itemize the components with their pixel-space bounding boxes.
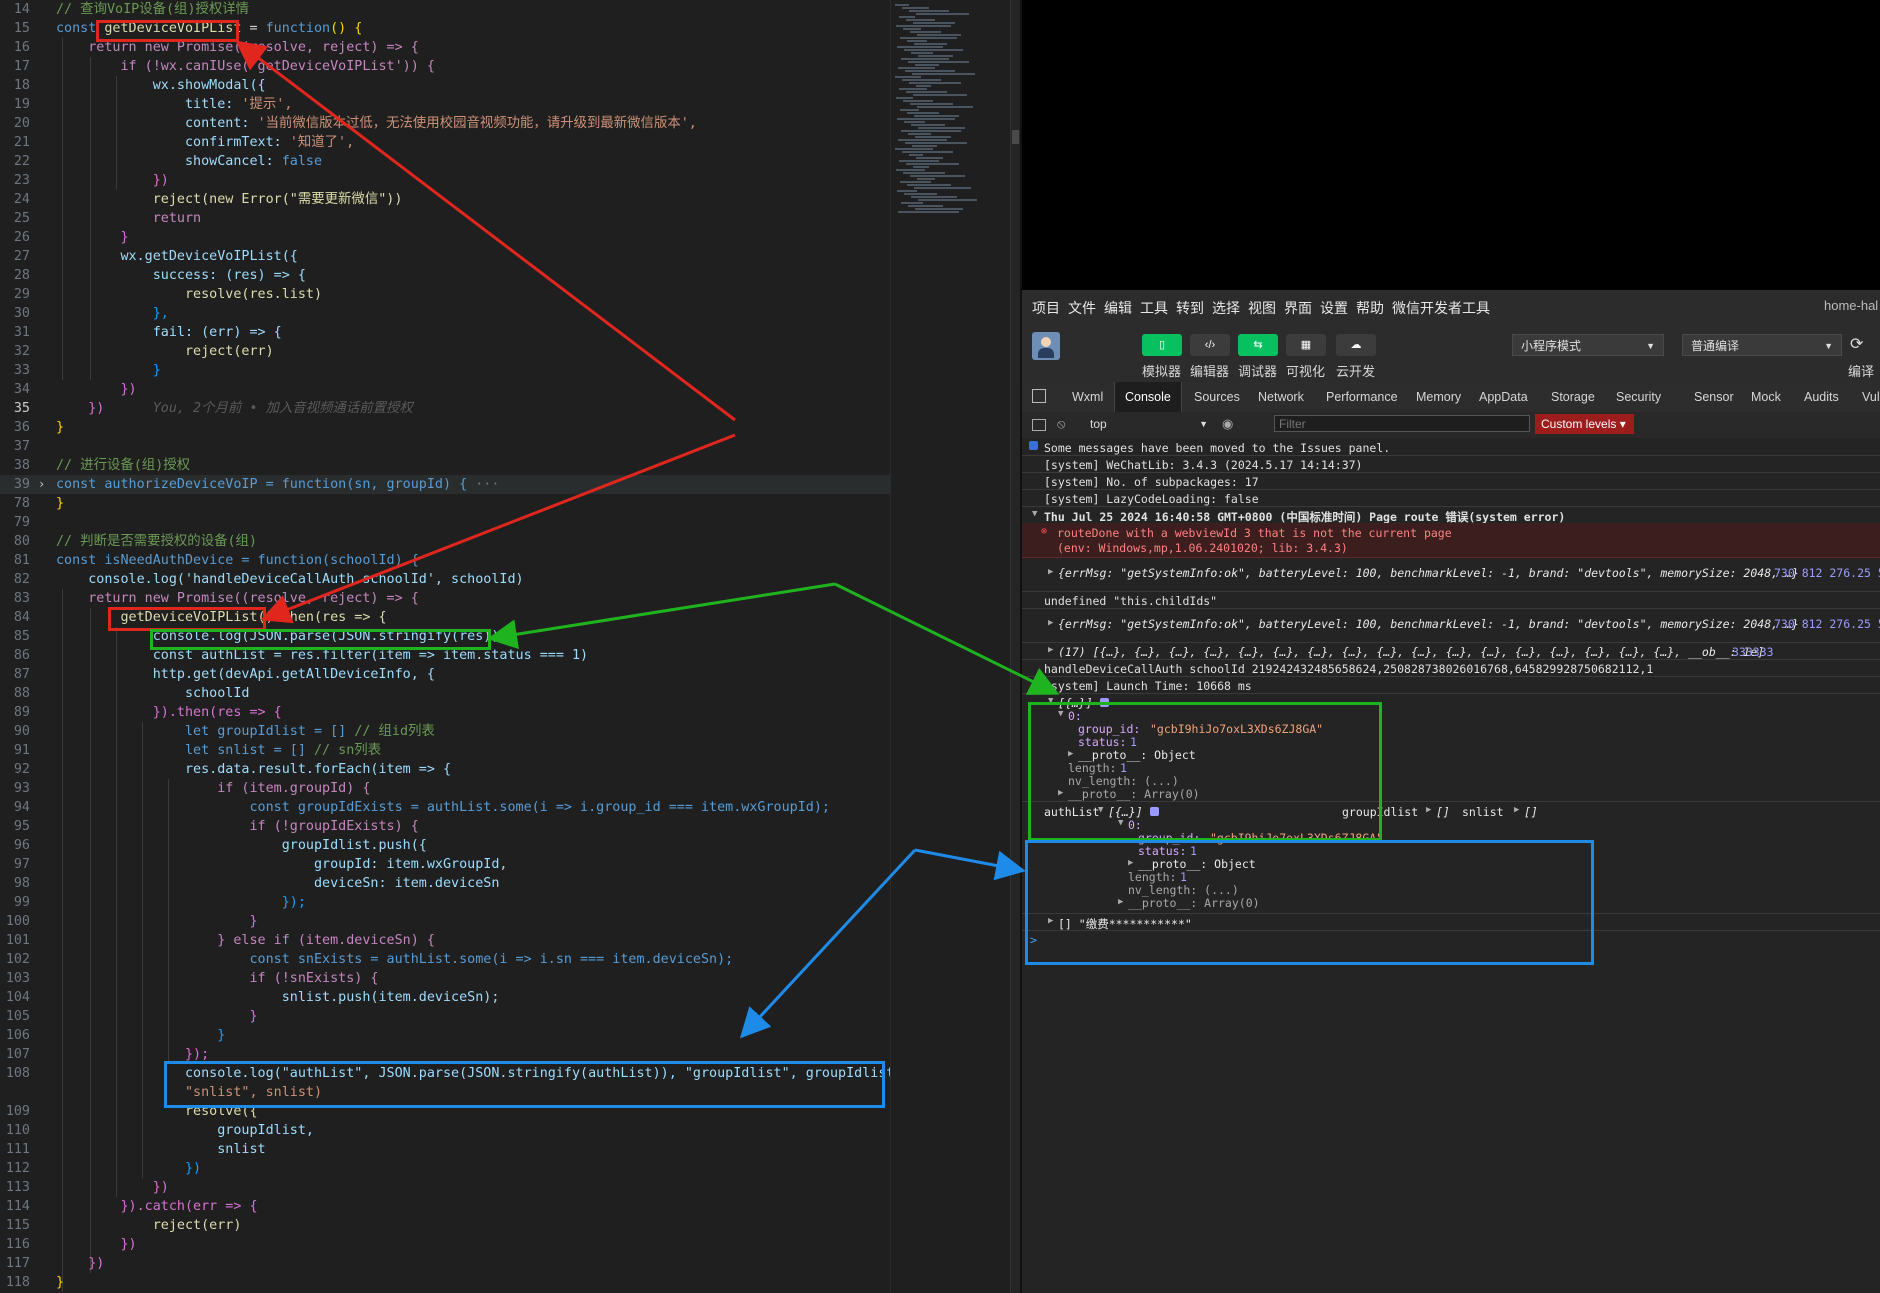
red-arrow: [260, 433, 736, 624]
blue-arrow: [739, 848, 917, 1039]
green-arrow: [487, 582, 836, 650]
red-arrow: [235, 40, 736, 422]
annotation-arrows: [235, 40, 1060, 1039]
blue-arrow: [914, 848, 1026, 881]
green-arrow: [834, 582, 1060, 695]
